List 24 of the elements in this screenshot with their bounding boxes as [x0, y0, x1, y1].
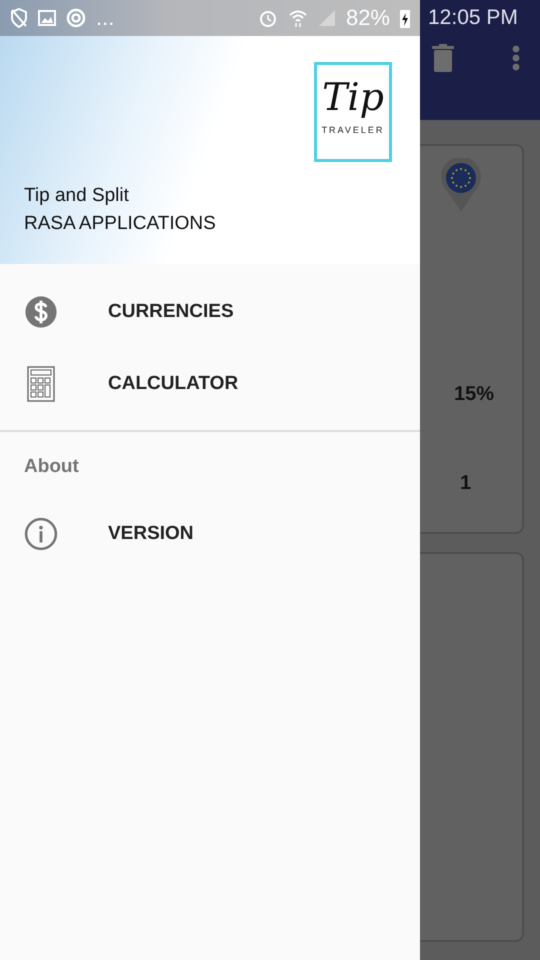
wifi-icon [288, 8, 308, 28]
more-notifications: ... [96, 5, 114, 31]
flag-pin-icon[interactable] [440, 158, 482, 212]
logo-script: Tip [322, 75, 384, 119]
app-subtitle: RASA APPLICATIONS [24, 212, 217, 236]
shield-icon [10, 8, 28, 28]
signal-icon [318, 9, 336, 27]
logo-caption: TRAVELER [322, 125, 384, 135]
menu-item[interactable]: CALCULATOR [0, 348, 420, 420]
image-icon [38, 10, 56, 26]
trash-icon[interactable] [432, 44, 454, 72]
alarm-icon [258, 8, 278, 28]
battery-icon [400, 8, 410, 28]
menu-item[interactable]: CURRENCIES [0, 276, 420, 348]
menu-item[interactable]: VERSION [0, 498, 420, 570]
people-count: 1 [460, 472, 472, 495]
info-icon [24, 517, 58, 551]
app-title: Tip and Split [24, 184, 130, 208]
dollar-icon [24, 295, 58, 329]
tip-percent: 15% [454, 383, 494, 406]
status-time: 12:05 PM [427, 5, 519, 31]
more-menu-icon[interactable] [512, 45, 520, 71]
section-heading: About [23, 455, 80, 479]
battery-percent: 82% [346, 5, 390, 31]
